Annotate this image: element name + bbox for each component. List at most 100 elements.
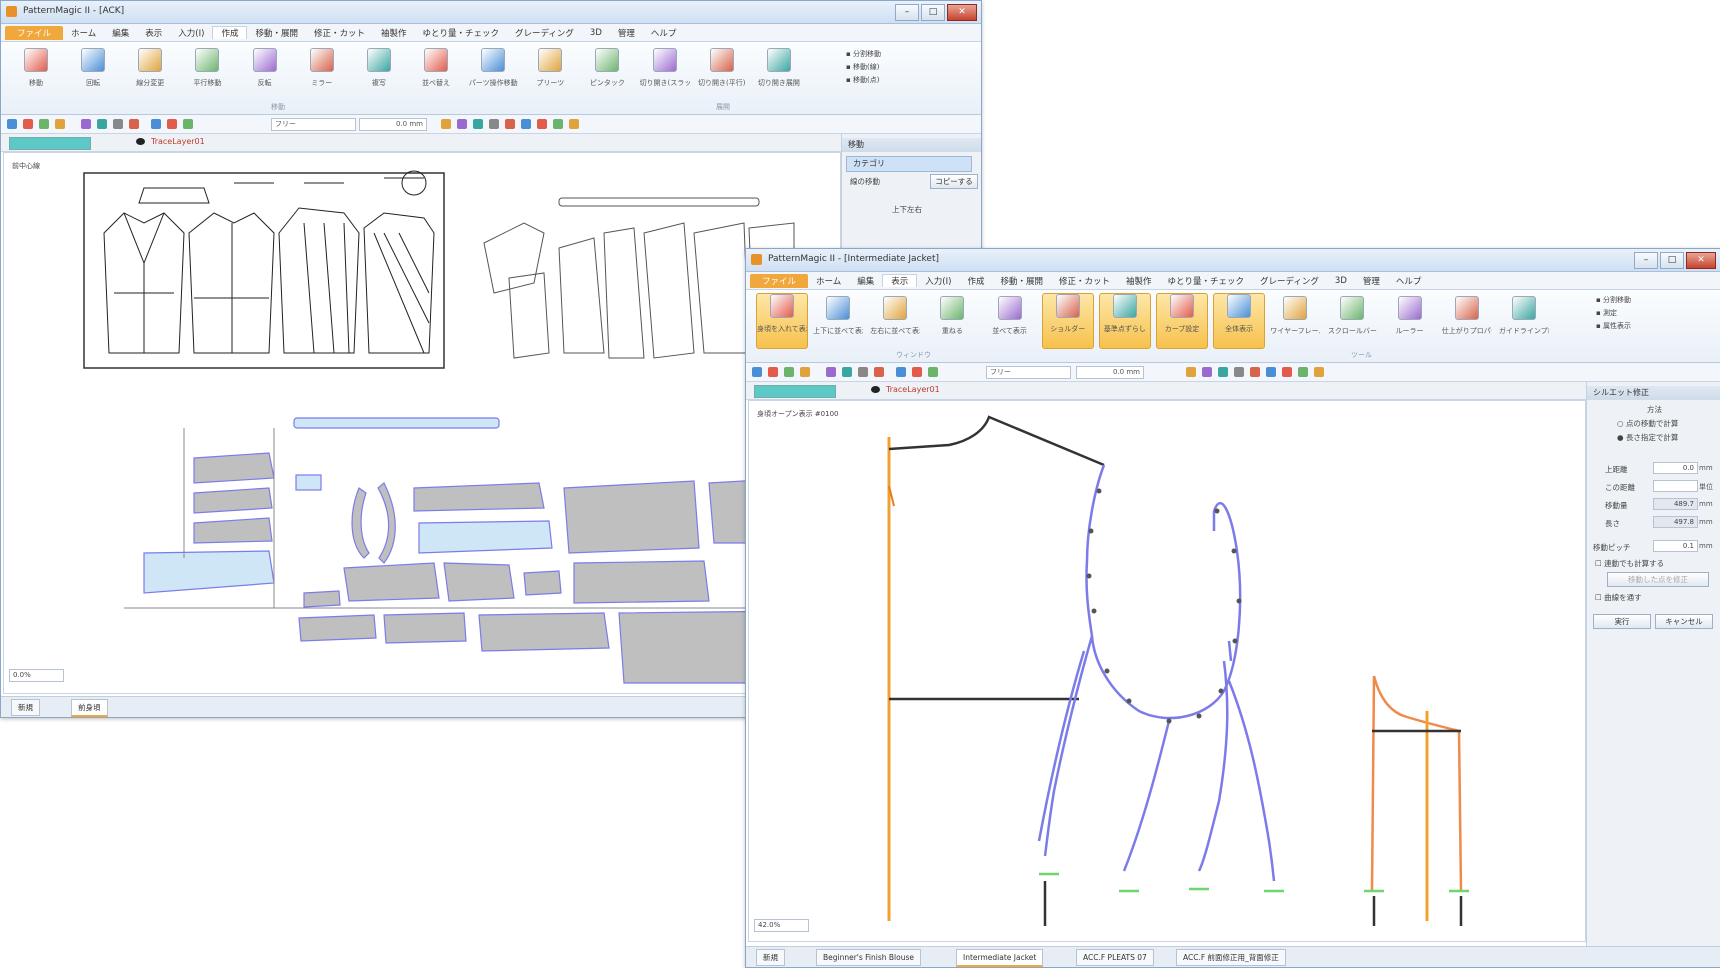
menu-item[interactable]: ファイル <box>5 25 64 40</box>
ribbon-button[interactable]: 並べて表示 <box>985 296 1035 336</box>
zoom-select[interactable]: 0.0% <box>9 669 64 682</box>
menu-item[interactable]: 編集 <box>104 27 137 39</box>
zoom-mode-select[interactable]: フリー <box>986 366 1071 379</box>
toolbar-tool-icon[interactable] <box>7 119 17 129</box>
toolbar-tool-icon[interactable] <box>505 119 515 129</box>
ribbon-button[interactable]: 左右に並べて表示 <box>870 296 920 336</box>
document-tab[interactable]: 新規 <box>11 699 40 716</box>
ribbon-button[interactable]: 切り開き(スラッシュ) <box>640 48 690 88</box>
ribbon-button[interactable]: 切り開き(平行) <box>697 48 747 88</box>
toolbar-tool-icon[interactable] <box>1266 367 1276 377</box>
visibility-eye-icon[interactable] <box>136 138 145 145</box>
menu-item[interactable]: 表示 <box>137 27 170 39</box>
document-tab[interactable]: Intermediate Jacket <box>956 949 1044 967</box>
ribbon-button[interactable]: 身頃を入れて表示 <box>756 293 808 349</box>
ribbon-button[interactable]: 反転 <box>240 48 290 88</box>
move-pitch-input[interactable]: 0.1 <box>1653 540 1698 552</box>
menu-item[interactable]: ヘルプ <box>1388 275 1430 287</box>
toolbar-tool-icon[interactable] <box>473 119 483 129</box>
drawing-canvas[interactable]: 身頃オープン表示 #0100 <box>748 400 1586 942</box>
fix-moved-point-button[interactable]: 移動した点を修正 <box>1607 572 1709 587</box>
menu-item[interactable]: ゆとり量・チェック <box>415 27 508 39</box>
toolbar-tool-icon[interactable] <box>489 119 499 129</box>
menu-item[interactable]: 管理 <box>1355 275 1388 287</box>
toolbar-tool-icon[interactable] <box>1202 367 1212 377</box>
ribbon-button[interactable]: ガイドラインプロパティ <box>1499 296 1549 336</box>
menu-item[interactable]: 袖製作 <box>1118 275 1160 287</box>
ribbon-small-button[interactable]: ▪ 分割移動 <box>1596 294 1631 307</box>
ribbon-button[interactable]: ピンタック <box>582 48 632 88</box>
document-tab[interactable]: ACC.F PLEATS 07 <box>1076 949 1154 966</box>
zoom-mode-select[interactable]: フリー <box>271 118 356 131</box>
maximize-button[interactable]: □ <box>921 4 945 21</box>
ribbon-button[interactable]: 仕上がりプロパティ <box>1442 296 1492 336</box>
ribbon-small-button[interactable]: ▪ 移動(点) <box>846 74 881 87</box>
toolbar-tool-icon[interactable] <box>842 367 852 377</box>
document-tab[interactable]: ACC.F 前面修正用_背面修正 <box>1176 949 1286 966</box>
toolbar-tool-icon[interactable] <box>1234 367 1244 377</box>
ribbon-small-button[interactable]: ▪ 分割移動 <box>846 48 881 61</box>
toolbar-tool-icon[interactable] <box>768 367 778 377</box>
execute-button[interactable]: 実行 <box>1593 614 1651 629</box>
toolbar-tool-icon[interactable] <box>800 367 810 377</box>
ribbon-button[interactable]: プリーツ <box>525 48 575 88</box>
ribbon-button[interactable]: カーブ設定 <box>1156 293 1208 349</box>
checkbox-linked[interactable]: ☐ 連動でも計算する <box>1595 558 1664 569</box>
toolbar-tool-icon[interactable] <box>521 119 531 129</box>
zoom-select[interactable]: 42.0% <box>754 919 809 932</box>
toolbar-tool-icon[interactable] <box>1282 367 1292 377</box>
drawing-canvas[interactable]: 前中心線 <box>3 152 841 694</box>
document-tab[interactable]: 前身頃 <box>71 699 108 717</box>
ribbon-button[interactable]: 重ねる <box>927 296 977 336</box>
toolbar-tool-icon[interactable] <box>537 119 547 129</box>
menu-item[interactable]: 袖製作 <box>373 27 415 39</box>
layer-select[interactable] <box>9 137 91 150</box>
menu-item[interactable]: 移動・展開 <box>247 27 306 39</box>
ribbon-button[interactable]: 線分変更 <box>125 48 175 88</box>
maximize-button[interactable]: □ <box>1660 252 1684 269</box>
menu-item[interactable]: 作成 <box>959 275 992 287</box>
toolbar-tool-icon[interactable] <box>113 119 123 129</box>
document-tab[interactable]: Beginner's Finish Blouse <box>816 949 921 966</box>
menu-item[interactable]: 入力(I) <box>917 275 959 287</box>
ribbon-button[interactable]: ミラー <box>297 48 347 88</box>
ribbon-button[interactable]: 上下に並べて表示 <box>813 296 863 336</box>
cancel-button[interactable]: キャンセル <box>1655 614 1713 629</box>
this-distance-input[interactable] <box>1653 480 1698 492</box>
menu-item[interactable]: 3D <box>1327 276 1355 286</box>
copy-button[interactable]: コピーする <box>930 174 978 189</box>
ribbon-button[interactable]: 複写 <box>354 48 404 88</box>
menu-item[interactable]: グレーディング <box>1252 275 1327 287</box>
value-input[interactable]: 0.0 mm <box>1076 366 1144 379</box>
ribbon-button[interactable]: パーツ操作移動 <box>468 48 518 88</box>
menu-item[interactable]: ホーム <box>63 27 104 39</box>
menu-item[interactable]: グレーディング <box>507 27 582 39</box>
toolbar-tool-icon[interactable] <box>784 367 794 377</box>
ribbon-button[interactable]: 並べ替え <box>411 48 461 88</box>
ribbon-small-button[interactable]: ▪ 移動(線) <box>846 61 881 74</box>
menu-item[interactable]: 表示 <box>882 274 918 287</box>
ribbon-small-button[interactable]: ▪ 属性表示 <box>1596 320 1631 333</box>
menu-item[interactable]: 移動・展開 <box>992 275 1051 287</box>
close-button[interactable]: ✕ <box>947 4 977 21</box>
category-select[interactable]: カテゴリ <box>846 156 972 172</box>
ribbon-button[interactable]: 全体表示 <box>1213 293 1266 349</box>
ribbon-button[interactable]: 切り開き展開 <box>754 48 804 88</box>
toolbar-tool-icon[interactable] <box>752 367 762 377</box>
ribbon-button[interactable]: 移動 <box>11 48 61 88</box>
toolbar-tool-icon[interactable] <box>928 367 938 377</box>
radio-point-move[interactable]: ○ 点の移動で計算 <box>1617 418 1678 429</box>
checkbox-curve[interactable]: ☐ 曲線を通す <box>1595 592 1642 603</box>
toolbar-tool-icon[interactable] <box>441 119 451 129</box>
value-input[interactable]: 0.0 mm <box>359 118 427 131</box>
toolbar-tool-icon[interactable] <box>81 119 91 129</box>
layer-select[interactable] <box>754 385 836 398</box>
toolbar-tool-icon[interactable] <box>1298 367 1308 377</box>
ribbon-button[interactable]: ショルダー <box>1041 293 1094 349</box>
ribbon-small-button[interactable]: ▪ 測定 <box>1596 307 1631 320</box>
radio-length[interactable]: ● 長さ指定で計算 <box>1617 432 1678 443</box>
ribbon-button[interactable]: 回転 <box>68 48 118 88</box>
toolbar-tool-icon[interactable] <box>553 119 563 129</box>
toolbar-tool-icon[interactable] <box>1250 367 1260 377</box>
toolbar-tool-icon[interactable] <box>912 367 922 377</box>
